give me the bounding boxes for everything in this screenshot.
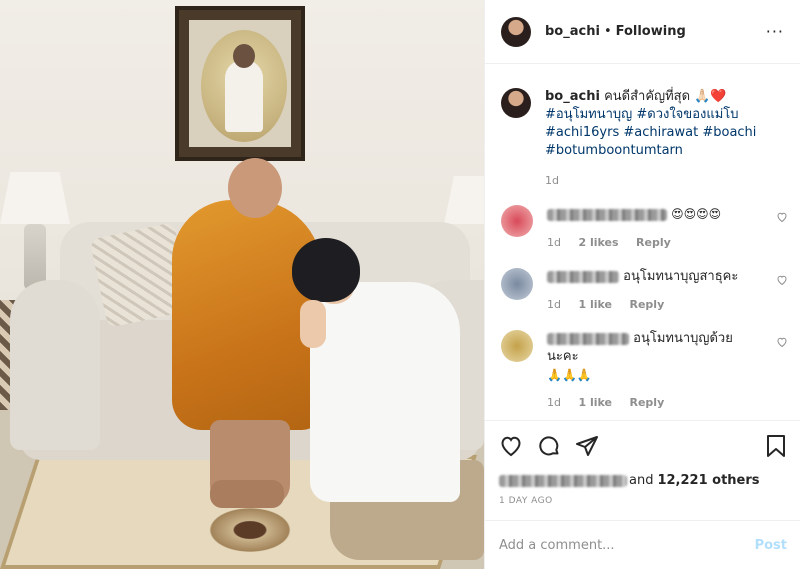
blurred-likers <box>499 474 627 487</box>
photo-portrait-frame <box>175 6 305 161</box>
avatar[interactable] <box>501 16 531 47</box>
caption-hashtags-2[interactable]: #achi16yrs #achirawat #boachi <box>545 124 756 142</box>
blurred-username <box>547 270 619 283</box>
like-heart-icon[interactable] <box>499 434 523 462</box>
caption-age: 1d <box>545 174 559 187</box>
share-paper-plane-icon[interactable] <box>575 434 599 462</box>
comment-item: อนุโมทนาบุญด้วยนะคะ 🙏🙏🙏 1d 1 like Reply <box>485 330 800 412</box>
caption-text-block: bo_achi คนดีสำคัญที่สุด 🙏🏻❤️ #อนุโมทนาบุ… <box>545 88 756 160</box>
photo-lamp-left <box>0 172 70 224</box>
more-options-icon[interactable]: ··· <box>766 22 784 41</box>
comment-avatar[interactable] <box>501 330 533 362</box>
photo-monk-head <box>228 158 282 218</box>
comment-likes[interactable]: 2 likes <box>578 236 618 249</box>
comment-item: 😍😍😍😍 1d 2 likes Reply <box>485 205 800 252</box>
post-sidebar: bo_achi • Following ··· bo_achi คนดีสำคั… <box>484 0 800 569</box>
comment-like-heart-icon[interactable] <box>776 274 788 290</box>
post-date[interactable]: 1 DAY AGO <box>499 496 787 506</box>
caption-hashtags-3[interactable]: #botumboontumtarn <box>545 142 756 160</box>
header-username[interactable]: bo_achi <box>545 24 600 39</box>
comment-text-continued: 🙏🙏🙏 <box>547 368 592 382</box>
photo-sofa-arm-left <box>10 280 100 450</box>
caption: bo_achi คนดีสำคัญที่สุด 🙏🏻❤️ #อนุโมทนาบุ… <box>485 64 800 160</box>
comment-bubble-icon[interactable] <box>537 434 561 462</box>
following-button[interactable]: Following <box>616 24 686 39</box>
save-bookmark-icon[interactable] <box>765 434 787 462</box>
caption-hashtags-1[interactable]: #อนุโมทนาบุญ #ดวงใจของแม่โบ <box>545 106 756 124</box>
comment-text: อนุโมทนาบุญสาธุคะ <box>623 269 739 284</box>
comment-like-heart-icon[interactable] <box>776 211 788 227</box>
photo-boy-hair <box>292 238 360 302</box>
caption-text: คนดีสำคัญที่สุด 🙏🏻❤️ <box>604 89 727 104</box>
comment-avatar[interactable] <box>501 268 533 300</box>
post-actions: and 12,221 others 1 DAY AGO <box>485 420 800 506</box>
comment-reply-button[interactable]: Reply <box>630 298 665 311</box>
comment-item: อนุโมทนาบุญสาธุคะ 1d 1 like Reply <box>485 268 800 314</box>
photo-monk-feet <box>210 480 284 508</box>
comment-age: 1d <box>547 396 561 409</box>
header-separator: • <box>603 24 612 39</box>
likes-summary[interactable]: and 12,221 others <box>499 473 787 488</box>
caption-avatar[interactable] <box>501 88 531 118</box>
comment-age: 1d <box>547 236 561 249</box>
post-header: bo_achi • Following ··· <box>485 0 800 64</box>
comment-age: 1d <box>547 298 561 311</box>
photo-boy-hands <box>300 300 326 348</box>
post-comment-button[interactable]: Post <box>755 538 787 553</box>
blurred-username <box>547 332 629 345</box>
post-photo[interactable] <box>0 0 484 569</box>
comment-likes[interactable]: 1 like <box>578 396 612 409</box>
photo-rug-medallion <box>195 500 305 560</box>
comment-text: 😍😍😍😍 <box>671 207 722 221</box>
comment-like-heart-icon[interactable] <box>776 336 788 352</box>
comment-likes[interactable]: 1 like <box>578 298 612 311</box>
add-comment-input[interactable]: Add a comment... <box>499 538 615 553</box>
comment-reply-button[interactable]: Reply <box>630 396 665 409</box>
caption-username[interactable]: bo_achi <box>545 89 600 104</box>
add-comment-bar: Add a comment... Post <box>485 520 800 569</box>
photo-boy-shirt <box>310 282 460 502</box>
likes-count[interactable]: 12,221 others <box>657 473 759 488</box>
comment-reply-button[interactable]: Reply <box>636 236 671 249</box>
likes-prefix: and <box>629 473 654 488</box>
blurred-username <box>547 208 667 221</box>
comment-avatar[interactable] <box>501 205 533 237</box>
